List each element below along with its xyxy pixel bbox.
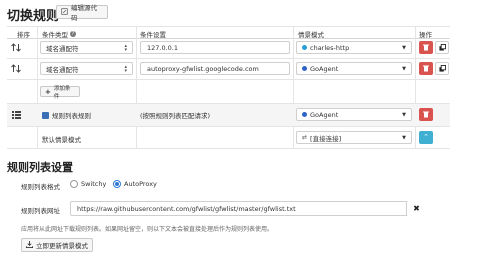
profile-select[interactable]: charles-http ▼ [296, 41, 412, 54]
rulelist-section-title: 规则列表设置 [7, 161, 73, 174]
copy-icon [438, 44, 446, 51]
edit-icon [61, 7, 68, 17]
profile-select[interactable]: GoAgent ▼ [296, 62, 412, 75]
trash-icon [423, 111, 429, 118]
condition-value-input[interactable]: 127.0.0.1 [140, 41, 290, 54]
chevron-up-icon: ⌃ [423, 133, 429, 141]
default-profile-select[interactable]: ⇄ [直接连接] ▼ [296, 131, 412, 144]
globe-icon [302, 112, 307, 117]
chevron-down-icon: ▼ [402, 65, 406, 72]
download-icon [26, 240, 33, 250]
profile-value: GoAgent [310, 110, 339, 119]
format-option-label: AutoProxy [124, 180, 157, 188]
trash-icon [423, 65, 429, 72]
copy-icon [438, 65, 446, 72]
clone-button[interactable] [435, 41, 449, 54]
edit-source-button[interactable]: 编辑源代码 [56, 4, 108, 22]
clear-url-button[interactable]: ✖ [406, 201, 426, 216]
list-icon [12, 111, 21, 121]
drag-handle-icon[interactable] [11, 43, 22, 54]
delete-button[interactable] [419, 62, 433, 75]
trash-icon [423, 44, 429, 51]
condition-type-value: 域名通配符 [46, 44, 79, 53]
delete-button[interactable] [419, 108, 433, 121]
drag-handle-icon[interactable] [11, 64, 22, 75]
swap-icon: ⇄ [302, 134, 308, 141]
rulelist-url-label: 规则列表网址 [21, 207, 60, 215]
rulelist-rule-type: 规则列表规则 [42, 110, 91, 120]
edit-source-label: 编辑源代码 [71, 4, 97, 22]
update-profile-button[interactable]: 立即更新情景模式 [21, 238, 93, 252]
updown-icon: ▴ ▾ [124, 63, 127, 74]
add-condition-label: 添加条件 [53, 85, 71, 100]
radio-checked-icon[interactable] [113, 180, 121, 188]
filter-icon [42, 111, 49, 119]
rulelist-url-input[interactable]: https://raw.githubusercontent.com/gfwlis… [70, 201, 426, 216]
rulelist-format-label: 规则列表格式 [21, 183, 60, 191]
profile-value: GoAgent [310, 64, 339, 73]
format-option-switchy[interactable]: Switchy [70, 180, 106, 188]
add-condition-button[interactable]: + 添加条件 [40, 85, 80, 100]
update-profile-label: 立即更新情景模式 [36, 242, 88, 250]
default-profile-label: 默认情景模式 [42, 136, 81, 144]
delete-button[interactable] [419, 41, 433, 54]
condition-type-value: 域名通配符 [46, 65, 79, 74]
chevron-down-icon: ▼ [402, 134, 406, 141]
profile-color-icon [302, 45, 307, 50]
format-option-autoproxy[interactable]: AutoProxy [113, 180, 157, 188]
updown-icon: ▴ ▾ [124, 42, 127, 53]
rulelist-rule-label: 规则列表规则 [52, 112, 91, 120]
plus-icon: + [45, 87, 51, 96]
collapse-button[interactable]: ⌃ [419, 131, 433, 144]
close-icon: ✖ [413, 204, 420, 213]
condition-type-select[interactable]: 域名通配符 ▴ ▾ [40, 62, 133, 75]
chevron-down-icon: ▼ [402, 111, 406, 118]
condition-value-input[interactable]: autoproxy-gfwlist.googlecode.com [140, 62, 290, 75]
page-title: 切换规则 [7, 9, 60, 24]
help-icon[interactable]: ? [70, 31, 76, 37]
globe-icon [302, 66, 307, 71]
rulelist-rule-value: (按照规则列表匹配请求) [140, 112, 211, 120]
rulelist-profile-select[interactable]: GoAgent ▼ [296, 108, 412, 121]
radio-unchecked-icon[interactable] [70, 180, 78, 188]
rulelist-help-text: 应用将从此网址下载规则列表。如果网址留空，则以下文本会被直接处理后作为规则列表使… [21, 226, 274, 233]
format-option-label: Switchy [81, 180, 107, 188]
chevron-down-icon: ▼ [402, 44, 406, 51]
profile-value: [直接连接] [310, 134, 342, 143]
condition-type-select[interactable]: 域名通配符 ▴ ▾ [40, 41, 133, 54]
clone-button[interactable] [435, 62, 449, 75]
profile-value: charles-http [310, 43, 350, 52]
